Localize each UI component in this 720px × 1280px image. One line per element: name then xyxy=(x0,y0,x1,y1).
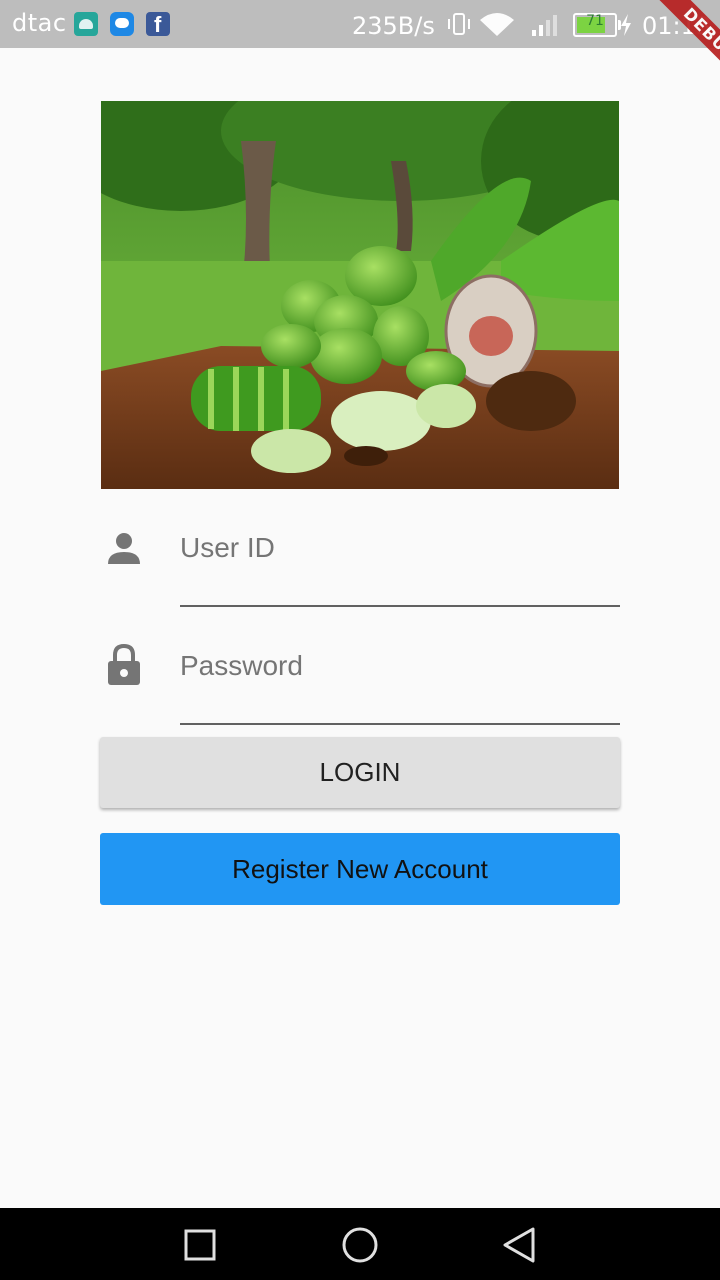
back-icon[interactable] xyxy=(501,1226,537,1264)
register-button[interactable]: Register New Account xyxy=(100,833,620,905)
battery-indicator: 71 xyxy=(573,13,621,37)
navigation-bar xyxy=(0,1208,720,1280)
carrier-name: dtac xyxy=(12,9,67,37)
password-input[interactable] xyxy=(180,642,620,690)
wifi-icon xyxy=(480,13,514,36)
facebook-glyph: f xyxy=(154,12,162,37)
password-underline xyxy=(180,723,620,725)
charging-icon xyxy=(621,14,631,36)
user-id-input[interactable] xyxy=(180,524,620,572)
battery-level: 71 xyxy=(586,13,604,29)
home-icon[interactable] xyxy=(341,1226,379,1264)
user-id-underline xyxy=(180,605,620,607)
lock-icon xyxy=(108,644,140,685)
recent-apps-icon[interactable] xyxy=(183,1228,217,1262)
vibrate-icon xyxy=(448,13,470,35)
network-speed: 235B/s xyxy=(352,12,435,40)
status-bar: dtac f 235B/s 71 01:13 xyxy=(0,0,720,48)
facebook-icon: f xyxy=(146,12,170,37)
banner-image xyxy=(101,101,619,489)
person-icon xyxy=(108,533,140,564)
signal-icon xyxy=(532,15,557,36)
login-button[interactable]: LOGIN xyxy=(100,737,620,808)
android-icon xyxy=(74,12,98,36)
messenger-icon xyxy=(110,12,134,36)
